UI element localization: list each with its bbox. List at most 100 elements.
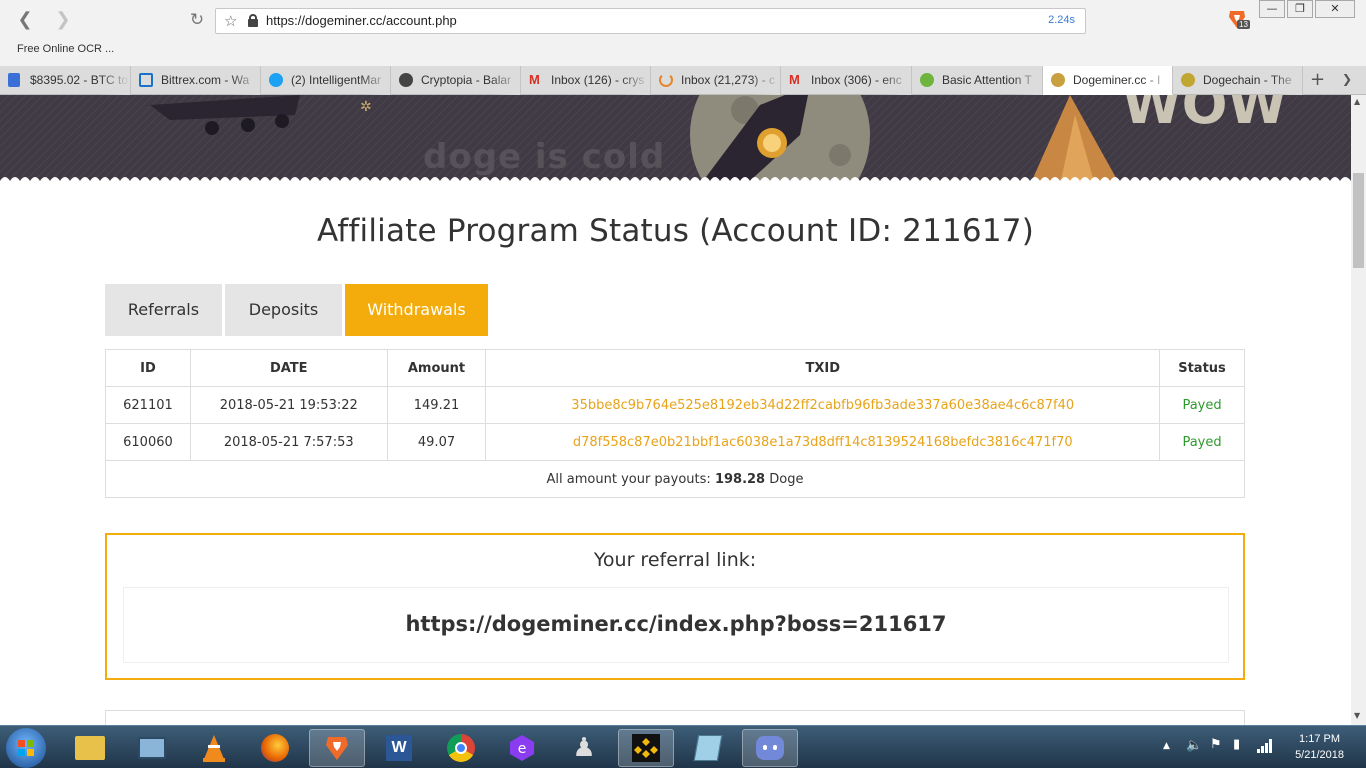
total-prefix: All amount your payouts: — [546, 471, 711, 487]
tab-btc[interactable]: $8395.02 - BTC to — [0, 66, 131, 95]
chart-icon — [8, 73, 20, 87]
twitter-icon — [269, 73, 283, 87]
txid-link[interactable]: d78f558c87e0b21bbf1ac6038e1a73d8dff14c81… — [485, 423, 1161, 461]
minimize-button[interactable]: — — [1259, 0, 1285, 18]
bookmark-free-online-ocr[interactable]: Free Online OCR ... — [17, 43, 114, 55]
total-cell: All amount your payouts: 198.28 Doge — [105, 460, 1245, 498]
withdrawals-table: ID DATE Amount TXID Status 621101 2018-0… — [105, 349, 1245, 498]
page-viewport: ✲ doge is cold wow Affiliate Program Sta… — [0, 95, 1351, 725]
back-button[interactable]: ❮ — [15, 10, 35, 30]
tab-basic-attention[interactable]: Basic Attention T — [912, 66, 1043, 95]
tab-dogechain[interactable]: Dogechain - The — [1173, 66, 1303, 95]
tab-gmail-2[interactable]: Inbox (21,273) - c — [651, 66, 781, 95]
bookmark-star-icon[interactable]: ☆ — [224, 12, 237, 30]
page-scrollbar[interactable]: ▲ ▼ — [1351, 95, 1366, 725]
power-icon[interactable]: ▮ — [1233, 737, 1240, 752]
cryptopia-icon — [399, 73, 413, 87]
column-header-id: ID — [105, 349, 191, 387]
tab-scroll-right-icon[interactable]: ❯ — [1342, 72, 1352, 86]
table-row: 621101 2018-05-21 19:53:22 149.21 35bbe8… — [105, 386, 1245, 424]
network-signal-icon[interactable] — [1257, 738, 1273, 757]
doge-icon — [1051, 73, 1065, 87]
bittrex-icon — [139, 73, 153, 87]
cell-id: 621101 — [105, 386, 191, 424]
cell-date: 2018-05-21 7:57:53 — [189, 423, 388, 461]
address-bar[interactable]: ☆ https://dogeminer.cc/account.php 2.24s — [215, 8, 1086, 34]
cell-amount: 49.07 — [386, 423, 487, 461]
bat-icon — [920, 73, 934, 87]
exodus-icon[interactable]: e — [494, 729, 550, 767]
start-button[interactable] — [6, 728, 46, 768]
restore-button[interactable]: ❐ — [1287, 0, 1313, 18]
tab-deposits[interactable]: Deposits — [225, 284, 342, 336]
firefox-icon[interactable] — [247, 729, 303, 767]
txid-link[interactable]: 35bbe8c9b764e525e8192eb34d22ff2cabfb96fb… — [485, 386, 1161, 424]
action-center-flag-icon[interactable]: ⚑ — [1210, 737, 1222, 752]
vlc-icon[interactable] — [186, 729, 242, 767]
explorer-icon[interactable] — [62, 729, 118, 767]
referral-link-panel: Your referral link: https://dogeminer.cc… — [105, 533, 1245, 680]
new-tab-button[interactable]: + — [1310, 69, 1325, 90]
tab-strip: $8395.02 - BTC to Bittrex.com - Wa (2) I… — [0, 66, 1366, 95]
tab-cryptopia[interactable]: Cryptopia - Balar — [391, 66, 521, 95]
notes-icon[interactable] — [680, 729, 736, 767]
gmail-icon: M — [789, 72, 800, 87]
referral-link-field[interactable]: https://dogeminer.cc/index.php?boss=2116… — [123, 587, 1229, 663]
cell-id: 610060 — [105, 423, 191, 461]
load-time: 2.24s — [1048, 14, 1075, 26]
column-header-status: Status — [1159, 349, 1245, 387]
status-badge: Payed — [1159, 386, 1245, 424]
tab-bittrex[interactable]: Bittrex.com - Wa — [131, 66, 261, 95]
clock-date: 5/21/2018 — [1295, 749, 1344, 761]
brave-shield-icon[interactable]: 13 — [1226, 8, 1250, 30]
svg-text:✲: ✲ — [360, 99, 372, 115]
tab-gmail-1[interactable]: M Inbox (126) - crys — [521, 66, 651, 95]
close-window-button[interactable]: ✕ — [1315, 0, 1355, 18]
scrollbar-thumb[interactable] — [1353, 173, 1364, 268]
tab-dogeminer[interactable]: Dogeminer.cc - I — [1043, 66, 1173, 95]
chrome-icon[interactable] — [433, 729, 489, 767]
dogecoin-icon — [1181, 73, 1195, 87]
brave-icon[interactable] — [309, 729, 365, 767]
extension-badge: 13 — [1237, 20, 1250, 29]
hero-banner: ✲ doge is cold wow — [0, 95, 1351, 181]
scroll-down-icon[interactable]: ▼ — [1354, 711, 1360, 720]
url-text: https://dogeminer.cc/account.php — [266, 13, 457, 28]
word-icon[interactable]: W — [371, 729, 427, 767]
gmail-icon: M — [529, 72, 540, 87]
lock-icon[interactable] — [248, 14, 258, 27]
total-value: 198.28 — [714, 471, 766, 487]
hero-tagline: doge is cold — [423, 137, 666, 177]
tab-withdrawals[interactable]: Withdrawals — [345, 284, 488, 336]
tab-twitter[interactable]: (2) IntelligentMar — [261, 66, 391, 95]
discord-icon[interactable] — [742, 729, 798, 767]
column-header-txid: TXID — [485, 349, 1161, 387]
referral-link-label: Your referral link: — [593, 549, 757, 571]
tab-referrals[interactable]: Referrals — [105, 284, 222, 336]
forward-button[interactable]: ❯ — [53, 10, 73, 30]
reload-button[interactable]: ↻ — [187, 10, 207, 30]
windows-taskbar: W e ♟ ▲ 🔈 ⚑ ▮ 1:17 PM 5/21/2018 — [0, 725, 1366, 768]
cell-amount: 149.21 — [386, 386, 487, 424]
scroll-up-icon[interactable]: ▲ — [1354, 97, 1360, 106]
network-computer-icon[interactable] — [124, 729, 180, 767]
clock-time: 1:17 PM — [1299, 733, 1341, 745]
loading-icon — [659, 73, 673, 87]
show-hidden-icons[interactable]: ▲ — [1163, 741, 1170, 751]
page-title: Affiliate Program Status (Account ID: 21… — [317, 213, 1034, 249]
system-clock[interactable]: 1:17 PM 5/21/2018 — [1295, 731, 1344, 763]
volume-icon[interactable]: 🔈 — [1186, 738, 1202, 753]
tab-gmail-3[interactable]: M Inbox (306) - enc — [781, 66, 912, 95]
status-badge: Payed — [1159, 423, 1245, 461]
svg-text:e: e — [518, 741, 527, 757]
total-row: All amount your payouts: 198.28 Doge — [105, 460, 1245, 498]
binance-icon[interactable] — [618, 729, 674, 767]
referral-link-url[interactable]: https://dogeminer.cc/index.php?boss=2116… — [124, 612, 1228, 636]
total-unit: Doge — [769, 471, 804, 487]
hero-wow: wow — [1122, 95, 1288, 136]
table-row: 610060 2018-05-21 7:57:53 49.07 d78f558c… — [105, 423, 1245, 461]
next-section — [105, 710, 1245, 725]
chess-icon[interactable]: ♟ — [556, 729, 612, 767]
browser-toolbar: ❮ ❯ ↻ ☆ https://dogeminer.cc/account.php… — [0, 0, 1366, 66]
column-header-amount: Amount — [386, 349, 487, 387]
